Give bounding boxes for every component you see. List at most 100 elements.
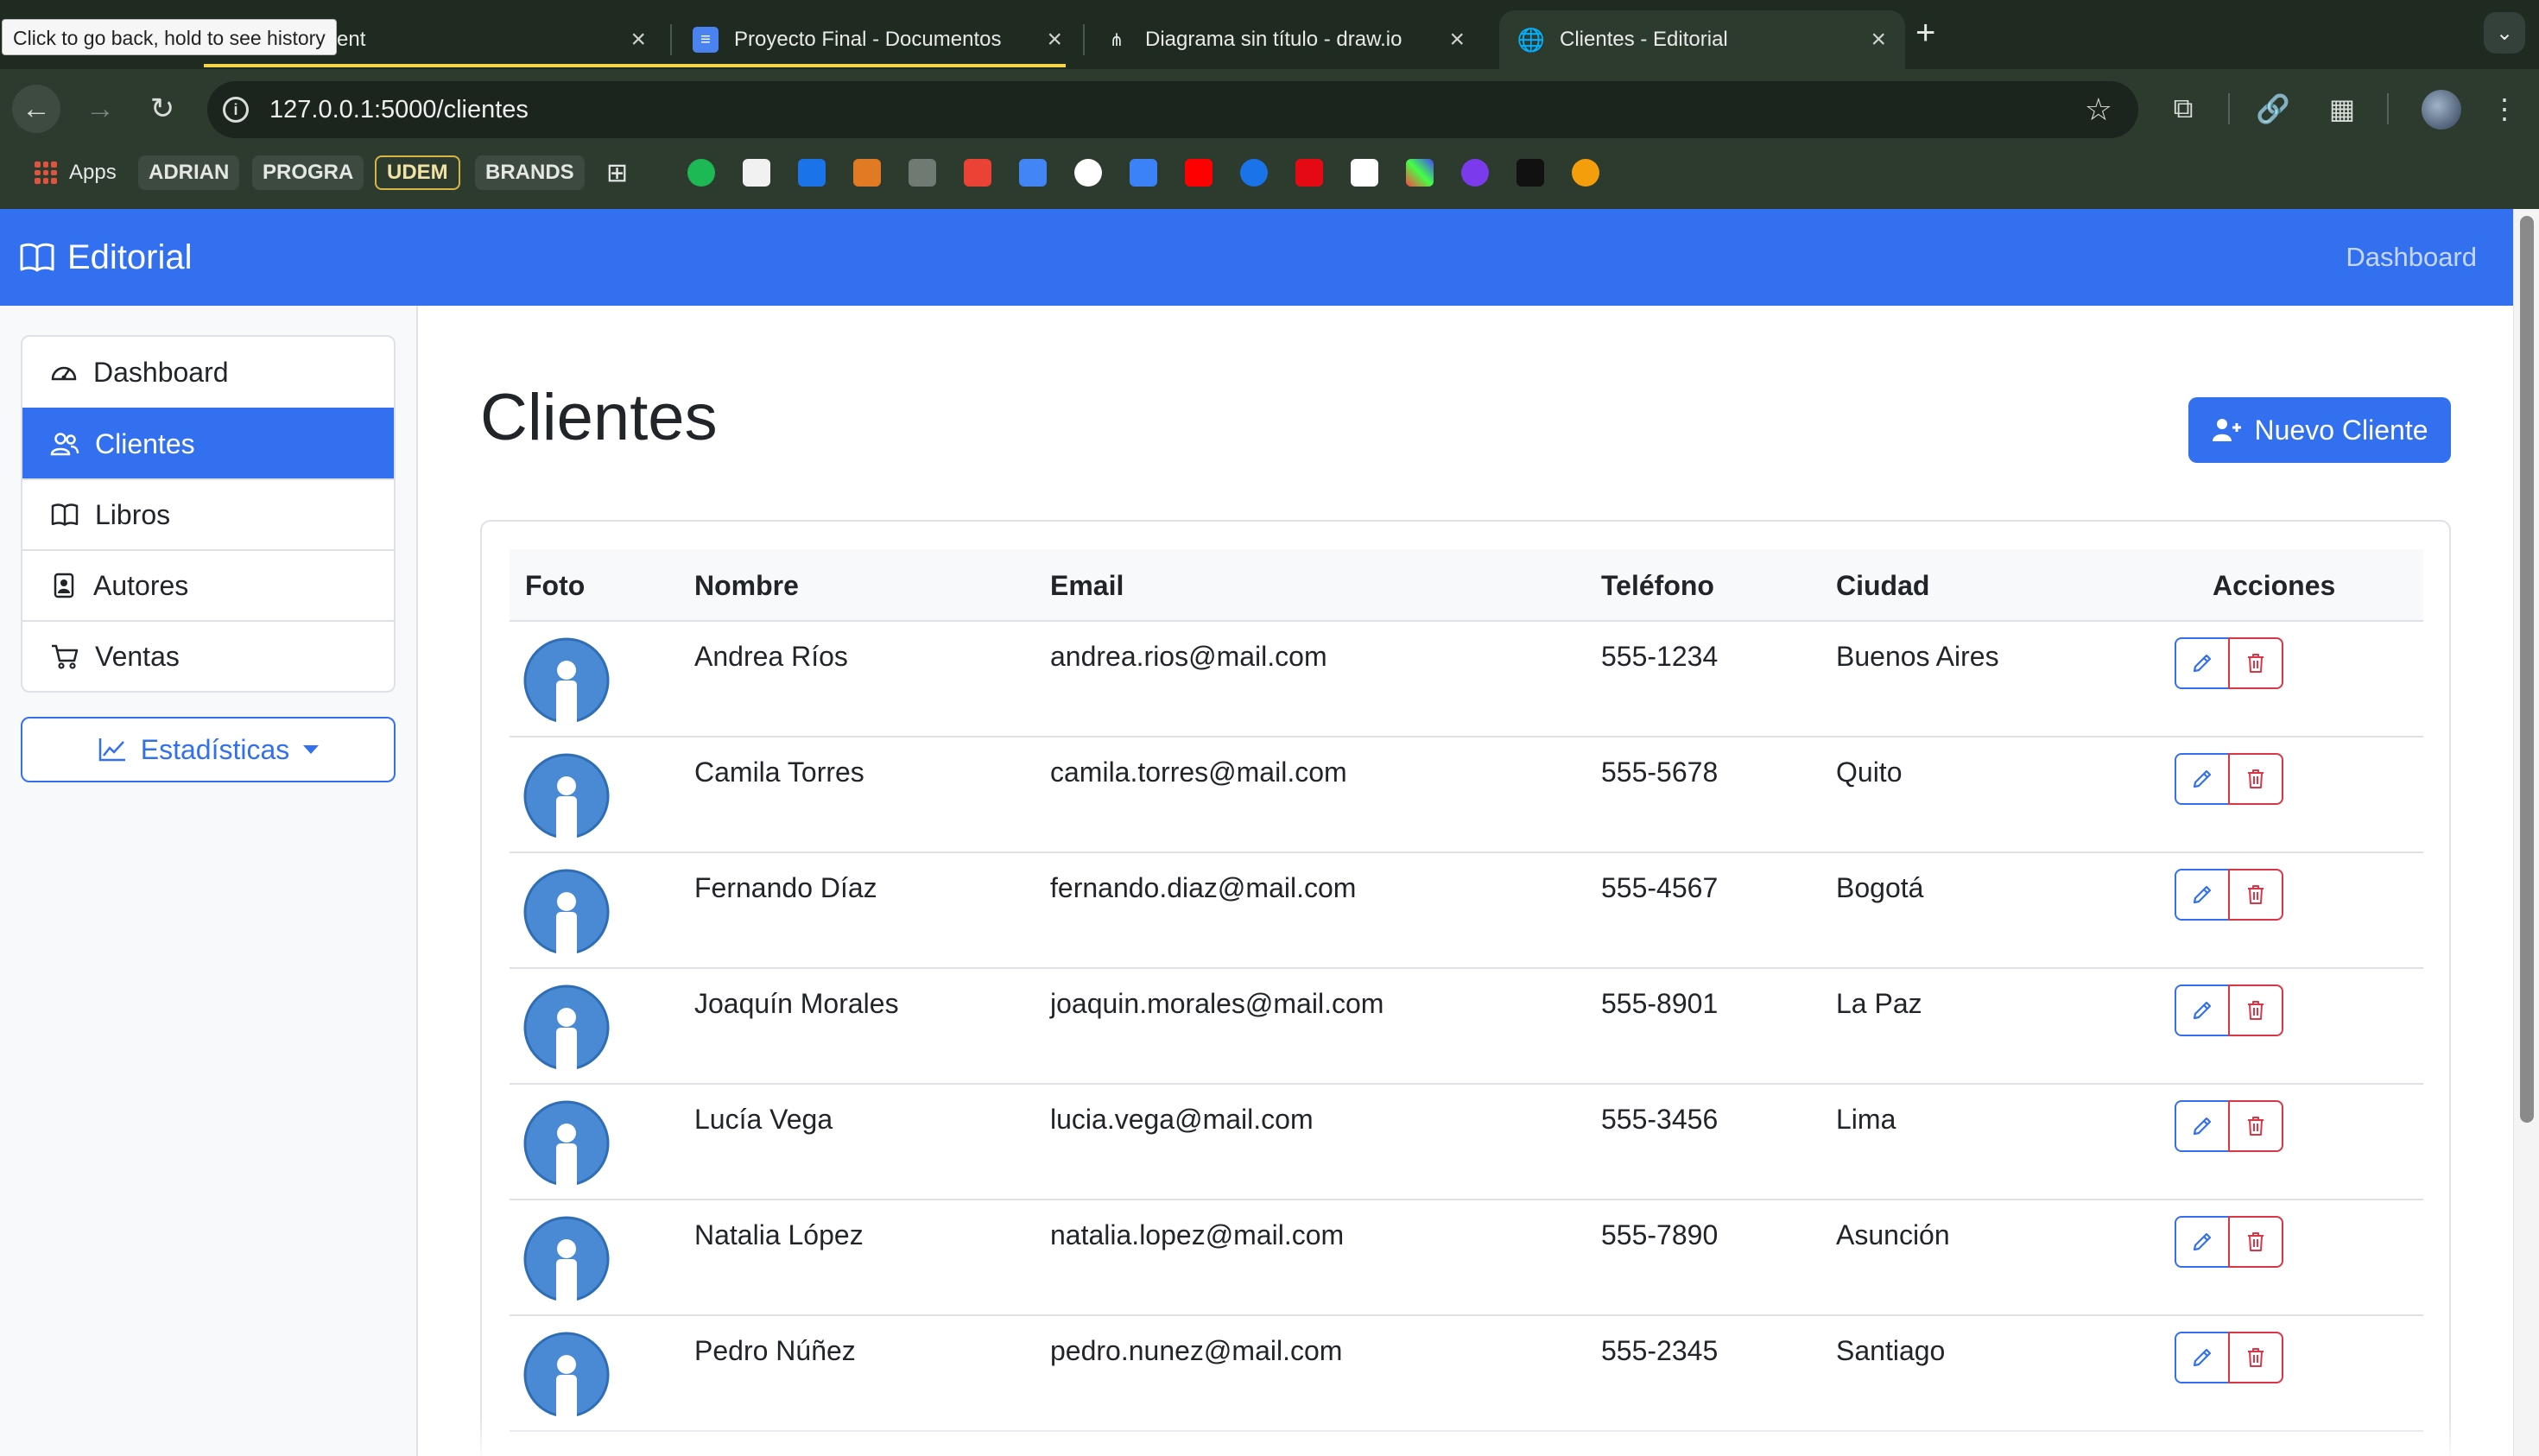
edit-button[interactable] bbox=[2175, 869, 2230, 921]
app-navbar: Editorial Dashboard bbox=[0, 209, 2513, 306]
book-icon bbox=[51, 503, 79, 526]
cell-nombre: Natalia López bbox=[694, 1219, 864, 1250]
extensions-icon[interactable]: ⧉ bbox=[2164, 90, 2202, 128]
bookmark-icon[interactable] bbox=[743, 159, 770, 187]
sidebar-item-clientes[interactable]: Clientes bbox=[22, 408, 394, 478]
bookmark-icon[interactable] bbox=[1130, 159, 1157, 187]
edit-button[interactable] bbox=[2175, 984, 2230, 1036]
tab-search-chevron-icon[interactable]: ⌄ bbox=[2484, 12, 2525, 54]
brand-link[interactable]: Editorial bbox=[19, 209, 193, 306]
sidebar-menu: Dashboard Clientes Libros Autores Ventas bbox=[21, 335, 396, 693]
delete-button[interactable] bbox=[2228, 1216, 2283, 1268]
cell-telefono: 555-3456 bbox=[1601, 1104, 1719, 1135]
table-row: Andrea Ríos andrea.rios@mail.com 555-123… bbox=[510, 622, 2423, 737]
bookmark-icon[interactable] bbox=[1240, 159, 1268, 187]
sidebar-item-libros[interactable]: Libros bbox=[22, 478, 394, 549]
bookmark-star-icon[interactable]: ☆ bbox=[2085, 92, 2112, 128]
bookmark-folder-brands[interactable]: BRANDS bbox=[475, 155, 585, 190]
caret-down-icon bbox=[303, 745, 320, 754]
delete-button[interactable] bbox=[2228, 869, 2283, 921]
address-bar[interactable]: i 127.0.0.1:5000/clientes ☆ bbox=[207, 81, 2138, 138]
column-header-email: Email bbox=[1050, 570, 1124, 601]
page-scrollbar[interactable] bbox=[2513, 209, 2539, 1456]
apps-bookmark[interactable]: Apps bbox=[35, 154, 117, 192]
estadisticas-dropdown-button[interactable]: Estadísticas bbox=[21, 717, 396, 782]
edit-button[interactable] bbox=[2175, 637, 2230, 689]
youtube-icon[interactable] bbox=[1185, 159, 1213, 187]
delete-button[interactable] bbox=[2228, 753, 2283, 805]
cell-nombre: Fernando Díaz bbox=[694, 872, 877, 903]
qr-code-icon[interactable]: ▦ bbox=[2323, 90, 2361, 128]
bookmark-icon[interactable] bbox=[853, 159, 881, 187]
bookmark-icon[interactable] bbox=[909, 159, 936, 187]
edit-button[interactable] bbox=[2175, 1332, 2230, 1383]
back-arrow-icon[interactable]: ← bbox=[12, 85, 60, 133]
grid-shortcut-icon[interactable]: ⊞ bbox=[606, 154, 628, 192]
tab-4-close-icon[interactable]: × bbox=[1871, 25, 1886, 54]
table-row: Natalia López natalia.lopez@mail.com 555… bbox=[510, 1200, 2423, 1316]
forward-arrow-icon[interactable]: → bbox=[76, 85, 124, 133]
navbar-dashboard-link[interactable]: Dashboard bbox=[2346, 209, 2477, 306]
calendar-icon[interactable] bbox=[1019, 159, 1047, 187]
profile-avatar[interactable] bbox=[2422, 90, 2461, 130]
sidebar-item-autores[interactable]: Autores bbox=[22, 549, 394, 620]
bookmark-icon[interactable] bbox=[1461, 159, 1489, 187]
table-row: Fernando Díaz fernando.diaz@mail.com 555… bbox=[510, 853, 2423, 969]
back-tooltip: Click to go back, hold to see history bbox=[2, 19, 337, 55]
gmail-icon[interactable] bbox=[964, 159, 991, 187]
scrollbar-thumb[interactable] bbox=[2520, 216, 2534, 1123]
bookmark-folder-udem[interactable]: UDEM bbox=[375, 155, 460, 190]
globe-icon: 🌐 bbox=[1516, 26, 1546, 53]
url-text[interactable]: 127.0.0.1:5000/clientes bbox=[269, 96, 529, 124]
row-actions bbox=[2175, 869, 2283, 921]
bookmark-icon[interactable] bbox=[1406, 159, 1434, 187]
link-icon[interactable]: 🔗 bbox=[2254, 90, 2292, 128]
sidebar-item-ventas[interactable]: Ventas bbox=[22, 620, 394, 691]
delete-button[interactable] bbox=[2228, 984, 2283, 1036]
sidebar-item-dashboard[interactable]: Dashboard bbox=[22, 337, 394, 408]
google-icon[interactable] bbox=[1074, 159, 1102, 187]
amazon-icon[interactable] bbox=[1351, 159, 1378, 187]
sidebar-item-label: Autores bbox=[93, 569, 189, 601]
bookmark-icon[interactable] bbox=[1572, 159, 1599, 187]
tab-3[interactable]: ⋔ Diagrama sin título - draw.io × bbox=[1085, 10, 1484, 69]
bookmark-icon[interactable] bbox=[1516, 159, 1544, 187]
bookmark-icon[interactable] bbox=[687, 159, 715, 187]
edit-button[interactable] bbox=[2175, 1100, 2230, 1152]
delete-button[interactable] bbox=[2228, 637, 2283, 689]
trash-icon bbox=[2248, 1232, 2264, 1251]
row-actions bbox=[2175, 1332, 2283, 1383]
pencil-icon bbox=[2193, 654, 2212, 673]
tab-2-close-icon[interactable]: × bbox=[1047, 25, 1062, 54]
netflix-icon[interactable] bbox=[1295, 159, 1323, 187]
cell-email: andrea.rios@mail.com bbox=[1050, 641, 1327, 672]
browser-menu-icon[interactable]: ⋮ bbox=[2485, 90, 2523, 128]
new-tab-icon[interactable]: + bbox=[1915, 14, 1935, 53]
cell-telefono: 555-5678 bbox=[1601, 756, 1719, 788]
edit-button[interactable] bbox=[2175, 753, 2230, 805]
tab-4-active[interactable]: 🌐 Clientes - Editorial × bbox=[1499, 10, 1905, 69]
avatar-photo bbox=[523, 1332, 610, 1418]
tab-2[interactable]: ≡ Proyecto Final - Documentos × bbox=[674, 10, 1081, 69]
cell-ciudad: Quito bbox=[1836, 756, 1903, 788]
bookmark-icon[interactable] bbox=[798, 159, 826, 187]
trash-icon bbox=[2248, 769, 2264, 788]
tab-1-close-icon[interactable]: × bbox=[630, 25, 646, 54]
bookmark-folder-adrian[interactable]: ADRIAN bbox=[138, 155, 240, 190]
cell-ciudad: Buenos Aires bbox=[1836, 641, 1999, 672]
nuevo-cliente-button[interactable]: Nuevo Cliente bbox=[2188, 397, 2451, 463]
reload-icon[interactable]: ↻ bbox=[138, 85, 187, 133]
site-info-icon[interactable]: i bbox=[223, 97, 249, 123]
bookmark-folder-progra[interactable]: PROGRA bbox=[252, 155, 364, 190]
column-header-foto: Foto bbox=[525, 570, 586, 601]
book-icon bbox=[20, 243, 54, 272]
tab-3-close-icon[interactable]: × bbox=[1449, 25, 1465, 54]
delete-button[interactable] bbox=[2228, 1100, 2283, 1152]
trash-icon bbox=[2248, 885, 2264, 904]
delete-button[interactable] bbox=[2228, 1332, 2283, 1383]
browser-chrome: ntent × ≡ Proyecto Final - Documentos × … bbox=[0, 0, 2539, 209]
cell-email: pedro.nunez@mail.com bbox=[1050, 1335, 1343, 1366]
edit-button[interactable] bbox=[2175, 1216, 2230, 1268]
cell-email: camila.torres@mail.com bbox=[1050, 756, 1347, 788]
cell-nombre: Andrea Ríos bbox=[694, 641, 848, 672]
